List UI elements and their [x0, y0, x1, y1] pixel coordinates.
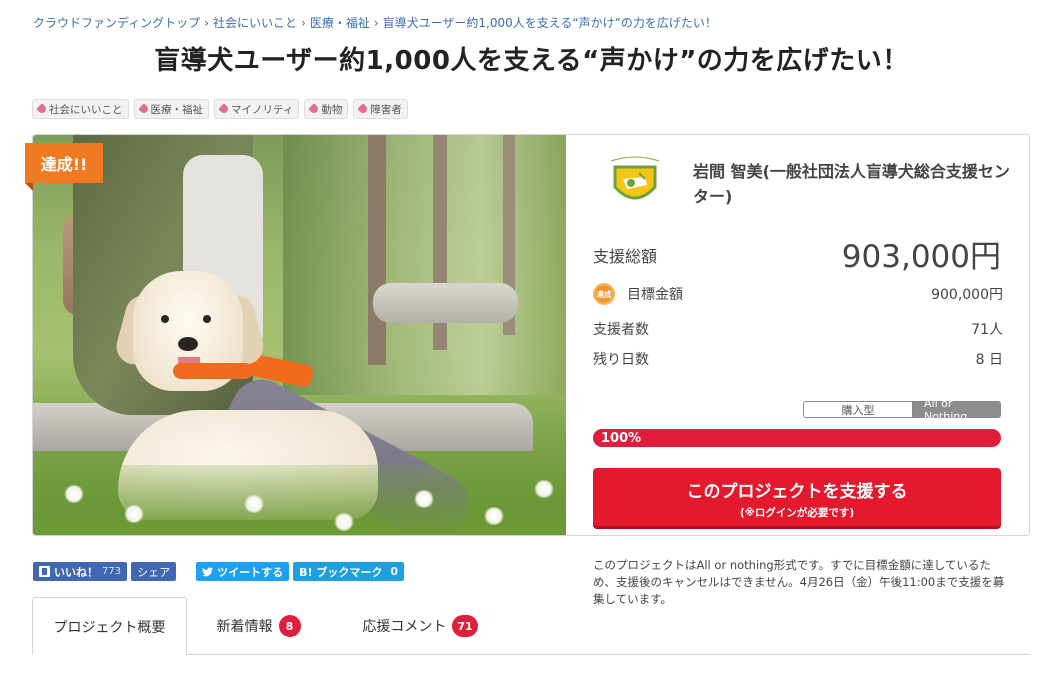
funding-progress-bar: 100% [593, 429, 1001, 447]
days-left-label: 残り日数 [593, 352, 649, 368]
tag-social-good[interactable]: 社会にいいこと [32, 99, 129, 119]
support-button-label: このプロジェクトを支援する [686, 482, 908, 502]
facebook-share-button[interactable]: シェア [131, 562, 177, 581]
supporters-count: 71人 [971, 322, 1003, 338]
tag-label: 医療・福祉 [150, 103, 204, 116]
organization-name[interactable]: 岩間 智美(一般社団法人盲導犬総合支援センター) [693, 159, 1013, 209]
tab-label: 応援コメント [362, 619, 447, 635]
tag-label: 障害者 [370, 103, 402, 116]
project-tabs: プロジェクト概要 新着情報 8 応援コメント 71 [32, 597, 510, 655]
breadcrumb-link-current[interactable]: 盲導犬ユーザー約1,000人を支える“声かけ”の力を広げたい！ [383, 16, 717, 30]
page-title: 盲導犬ユーザー約1,000人を支える“声かけ”の力を広げたい！ [154, 46, 909, 76]
comments-count-badge: 71 [452, 615, 478, 637]
support-project-button[interactable]: このプロジェクトを支援する (※ログインが必要です) [593, 468, 1001, 526]
tag-icon [137, 103, 150, 115]
tag-animals[interactable]: 動物 [304, 99, 349, 119]
tag-label: マイノリティ [231, 103, 294, 116]
achieved-seal-icon: 達成 [593, 283, 615, 305]
tab-project-overview[interactable]: プロジェクト概要 [32, 597, 187, 655]
hatena-count: 0 [390, 565, 398, 578]
breadcrumb: クラウドファンディングトップ › 社会にいいこと › 医療・福祉 › 盲導犬ユーザー約1,0… [33, 14, 717, 31]
tweet-label: ツイートする [217, 565, 284, 579]
funding-type-purchase[interactable]: 購入型 [803, 401, 913, 418]
funding-type-toggle: 購入型 All or Nothing [803, 397, 1001, 423]
tag-disability[interactable]: 障害者 [353, 99, 408, 119]
tab-label: プロジェクト概要 [53, 619, 166, 636]
tab-label: 新着情報 [216, 619, 273, 635]
hatena-label: B! ブックマーク [299, 565, 383, 579]
tab-support-comments[interactable]: 応援コメント 71 [330, 597, 510, 655]
funding-type-all-or-nothing[interactable]: All or Nothing [913, 397, 1001, 423]
goal-amount: 900,000円 [931, 287, 1003, 303]
facebook-like-button[interactable]: いいね！ 773 [33, 562, 128, 581]
days-left-value: 8 日 [975, 352, 1003, 368]
tag-label: 動物 [321, 103, 343, 116]
support-total-label: 支援総額 [593, 247, 658, 266]
supporters-label: 支援者数 [593, 322, 649, 338]
tag-icon [308, 103, 321, 115]
support-button-sublabel: (※ログインが必要です) [739, 507, 855, 519]
breadcrumb-separator: › [204, 16, 209, 30]
tag-label: 社会にいいこと [49, 103, 123, 116]
support-total-amount: 903,000円 [841, 239, 1001, 275]
like-count: 773 [102, 566, 122, 577]
tweet-button[interactable]: ツイートする [196, 562, 290, 581]
progress-label: 100% [601, 430, 642, 446]
breadcrumb-link-category[interactable]: 社会にいいこと [213, 16, 297, 30]
goal-label: 目標金額 [627, 287, 683, 303]
hatena-bookmark-button[interactable]: B! ブックマーク 0 [293, 562, 404, 581]
tag-minority[interactable]: マイノリティ [214, 99, 300, 119]
project-hero-image [33, 135, 566, 535]
organization-logo[interactable] [605, 155, 665, 209]
tag-list: 社会にいいこと 医療・福祉 マイノリティ 動物 障害者 [32, 99, 408, 119]
twitter-bird-icon [202, 566, 214, 576]
breadcrumb-link-subcategory[interactable]: 医療・福祉 [310, 16, 370, 30]
days-left-row: 残り日数 8 日 [593, 349, 1003, 369]
tag-icon [218, 103, 230, 115]
tag-icon [357, 103, 370, 115]
social-buttons: いいね！ 773 シェア ツイートする B! ブックマーク 0 [33, 562, 404, 581]
project-card: 達成!! 岩間 智美(一般社団法人盲導犬総合支援センター) 支援総額 903,0… [25, 134, 1031, 536]
achieved-badge: 達成!! [25, 143, 103, 191]
breadcrumb-separator: › [301, 16, 306, 30]
project-summary-panel: 岩間 智美(一般社団法人盲導犬総合支援センター) 支援総額 903,000円 達… [567, 135, 1031, 535]
news-count-badge: 8 [278, 615, 301, 637]
tag-icon [36, 103, 48, 115]
goal-row: 達成 目標金額 900,000円 [593, 283, 1003, 305]
breadcrumb-link-top[interactable]: クラウドファンディングトップ [33, 16, 200, 30]
thumbs-up-icon [39, 566, 50, 577]
all-or-nothing-notice: このプロジェクトはAll or nothing形式です。すでに目標金額に達してい… [593, 558, 1005, 606]
supporters-row: 支援者数 71人 [593, 319, 1003, 339]
tag-medical-welfare[interactable]: 医療・福祉 [133, 99, 209, 119]
like-label: いいね！ [54, 565, 98, 579]
breadcrumb-separator: › [373, 16, 379, 30]
tab-news[interactable]: 新着情報 8 [187, 597, 330, 655]
